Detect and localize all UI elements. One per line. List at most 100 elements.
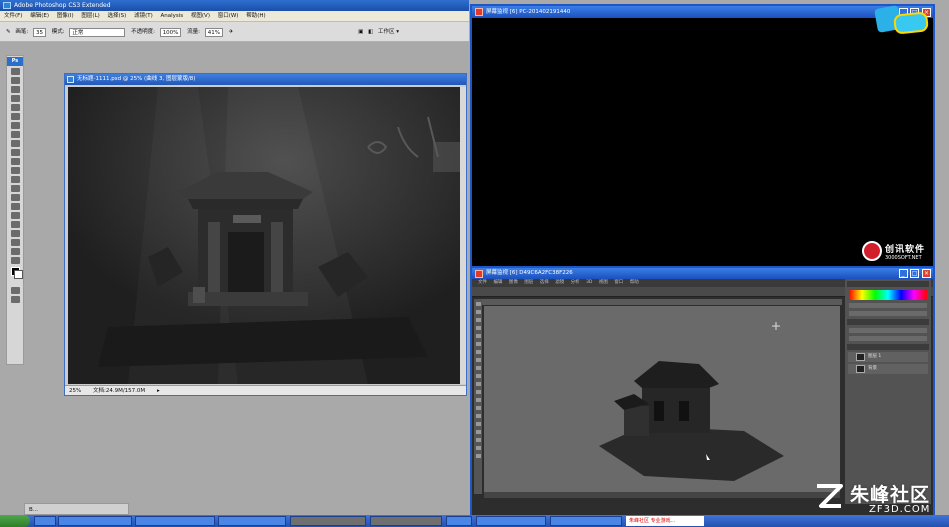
palette-well-icon[interactable]: ▣ [358, 29, 363, 35]
taskbar-item[interactable] [476, 516, 546, 526]
brand-logo: 创讯软件 3000SOFT.NET [862, 238, 934, 266]
crop-tool-icon[interactable] [10, 104, 20, 111]
path-selection-tool-icon[interactable] [10, 212, 20, 219]
taskbar-item[interactable] [290, 516, 366, 526]
monitor-top-title-bar[interactable]: 屏幕监视 [6] PC-201402191440 _ □ × [472, 6, 933, 18]
remote-menu-item[interactable]: 图层 [524, 280, 533, 285]
start-button[interactable] [0, 515, 30, 527]
taskbar-item[interactable] [446, 516, 472, 526]
minimized-palette-strip[interactable]: B... [24, 503, 129, 515]
zoom-tool-icon[interactable] [10, 257, 20, 264]
healing-brush-tool-icon[interactable] [10, 122, 20, 129]
flow-label: 流量: [187, 29, 201, 35]
bridge-icon[interactable]: ◧ [368, 29, 373, 35]
menu-file[interactable]: 文件(F) [4, 13, 22, 19]
remote-toolbox [474, 299, 482, 494]
panel-slider[interactable] [849, 336, 927, 341]
panel-slider[interactable] [849, 311, 927, 316]
remote-menu-item[interactable]: 图像 [509, 280, 518, 285]
notes-tool-icon[interactable] [10, 230, 20, 237]
remote-menu-item[interactable]: 滤镜 [555, 280, 564, 285]
clone-stamp-tool-icon[interactable] [10, 140, 20, 147]
document-vertical-scrollbar[interactable] [460, 87, 466, 384]
windows-taskbar: 朱峰社区 专业游戏... [0, 515, 949, 527]
status-menu-arrow-icon[interactable]: ▸ [157, 388, 160, 394]
document-canvas[interactable] [68, 87, 463, 384]
remote-menu-item[interactable]: 选择 [540, 280, 549, 285]
brush-tool-selected-icon[interactable] [10, 131, 20, 138]
monitor-bottom-title-bar[interactable]: 屏幕监视 [6] D49C6A2FC38F226 _ □ × [472, 268, 933, 279]
hand-tool-icon[interactable] [10, 248, 20, 255]
history-brush-tool-icon[interactable] [10, 149, 20, 156]
type-tool-icon[interactable] [10, 203, 20, 210]
color-spectrum[interactable] [849, 290, 927, 300]
eraser-tool-icon[interactable] [10, 158, 20, 165]
gradient-tool-icon[interactable] [10, 167, 20, 174]
taskbar-item[interactable] [550, 516, 622, 526]
menu-layer[interactable]: 图层(L) [81, 13, 99, 19]
taskbar-item[interactable] [135, 516, 215, 526]
background-color-swatch[interactable] [14, 270, 23, 279]
remote-menu-item[interactable]: 编辑 [493, 280, 502, 285]
remote-document-tab[interactable] [482, 299, 842, 305]
shape-tool-icon[interactable] [10, 221, 20, 228]
brush-size-picker[interactable]: 35 [32, 27, 46, 37]
document-icon [67, 76, 74, 83]
maximize-button[interactable]: □ [910, 269, 920, 278]
mode-select[interactable]: 正常 [69, 27, 126, 37]
slice-tool-icon[interactable] [10, 113, 20, 120]
taskbar-item[interactable] [218, 516, 286, 526]
flow-input[interactable]: 41% [204, 27, 224, 37]
screen-mode-icon[interactable] [10, 296, 20, 303]
blur-tool-icon[interactable] [10, 176, 20, 183]
photoshop-title: Adobe Photoshop CS3 Extended [14, 2, 111, 9]
menu-window[interactable]: 窗口(W) [218, 13, 239, 19]
remote-menu-item[interactable]: 分析 [571, 280, 580, 285]
taskbar-red-notice[interactable]: 朱峰社区 专业游戏... [626, 516, 704, 526]
brand-url: 3000SOFT.NET [885, 255, 922, 261]
remote-menu-item[interactable]: 文件 [478, 280, 487, 285]
remote-menu-item[interactable]: 帮助 [630, 280, 639, 285]
pen-tool-icon[interactable] [10, 194, 20, 201]
taskbar-item[interactable] [370, 516, 442, 526]
menu-help[interactable]: 帮助(H) [246, 13, 265, 19]
workspace-menu[interactable]: 工作区 ▾ [378, 29, 399, 35]
zoom-level[interactable]: 25% [69, 388, 81, 394]
airbrush-icon[interactable]: ✈ [229, 29, 234, 35]
opacity-input[interactable]: 100% [159, 27, 182, 37]
panel-header [847, 281, 929, 287]
monitor-top-title: 屏幕监视 [6] PC-201402191440 [486, 9, 571, 15]
panel-header [847, 319, 929, 325]
menu-view[interactable]: 视图(V) [191, 13, 210, 19]
menu-edit[interactable]: 编辑(E) [30, 13, 49, 19]
quick-mask-icon[interactable] [10, 287, 20, 294]
menu-select[interactable]: 选择(S) [108, 13, 127, 19]
layer-thumbnail [856, 353, 865, 361]
eyedropper-tool-icon[interactable] [10, 239, 20, 246]
panel-slider[interactable] [849, 303, 927, 308]
panel-slider[interactable] [849, 328, 927, 333]
tool-options-bar: ✎ 画笔: 35 模式: 正常 不透明度: 100% 流量: 41% ✈ ▣ ◧… [0, 22, 469, 42]
marquee-tool-icon[interactable] [10, 77, 20, 84]
move-tool-icon[interactable] [10, 68, 20, 75]
document-title-bar[interactable]: 无标题-1111.psd @ 25% (曲线 3, 图层蒙版/8) [65, 74, 466, 85]
layer-row[interactable]: 背景 [848, 364, 928, 374]
close-button[interactable]: × [922, 269, 931, 278]
minimize-button[interactable]: _ [898, 269, 908, 278]
remote-menu-item[interactable]: 视图 [599, 280, 608, 285]
menu-filter[interactable]: 滤镜(T) [134, 13, 153, 19]
mode-label: 模式: [51, 29, 65, 35]
remote-document-canvas[interactable] [484, 306, 840, 492]
dodge-tool-icon[interactable] [10, 185, 20, 192]
remote-menu-item[interactable]: 3D [586, 280, 592, 285]
magic-wand-tool-icon[interactable] [10, 95, 20, 102]
remote-menu-item[interactable]: 窗口 [614, 280, 623, 285]
layer-row[interactable]: 图层 1 [848, 352, 928, 362]
lasso-tool-icon[interactable] [10, 86, 20, 93]
brush-tool-icon[interactable]: ✎ [6, 29, 11, 35]
menu-analysis[interactable]: Analysis [160, 13, 183, 19]
taskbar-item[interactable] [58, 516, 132, 526]
menu-image[interactable]: 图像(I) [57, 13, 74, 19]
taskbar-item[interactable] [34, 516, 56, 526]
brush-label: 画笔: [15, 29, 29, 35]
